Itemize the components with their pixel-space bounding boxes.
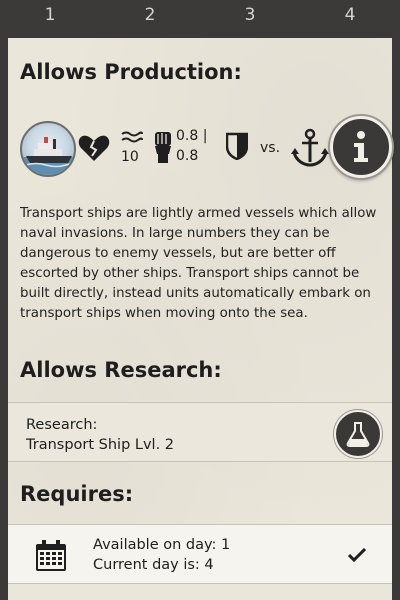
fist-icon [152, 130, 174, 168]
requires-heading: Requires: [20, 482, 134, 506]
flask-icon [346, 422, 370, 447]
transport-ship-portrait[interactable] [20, 121, 76, 177]
vs-label: vs. [260, 140, 281, 156]
frame-right [392, 38, 400, 600]
research-text: Research: Transport Ship Lvl. 2 [26, 415, 174, 455]
content-panel[interactable]: Allows Production: 10 0.8 | 0.8 vs. Tran… [8, 38, 392, 600]
waves-icon [121, 130, 143, 150]
research-name: Transport Ship Lvl. 2 [26, 437, 175, 453]
list-end [8, 584, 392, 600]
tab-2[interactable]: 2 [100, 0, 200, 38]
available-day: Available on day: 1 [93, 537, 231, 553]
broken-heart-icon [78, 134, 110, 166]
requirement-text: Available on day: 1 Current day is: 4 [93, 535, 230, 575]
current-day: Current day is: 4 [93, 557, 214, 573]
research-heading: Allows Research: [20, 358, 222, 382]
unit-description: Transport ships are lightly armed vessel… [20, 206, 377, 321]
tab-4[interactable]: 4 [300, 0, 400, 38]
research-label: Research: [26, 417, 98, 433]
production-heading: Allows Production: [20, 60, 242, 84]
tab-1[interactable]: 1 [0, 0, 100, 42]
anchor-icon [291, 128, 329, 172]
tab-bar: 1 2 3 4 [0, 0, 400, 42]
speed-value: 10 [121, 149, 139, 165]
tab-3[interactable]: 3 [200, 0, 300, 38]
info-icon [354, 131, 368, 162]
info-button[interactable] [330, 116, 392, 178]
strength-value-2: 0.8 [176, 148, 199, 164]
frame-left [0, 38, 8, 600]
strength-value-1: 0.8 | [176, 128, 208, 144]
research-button[interactable] [334, 410, 382, 458]
shield-icon [225, 132, 249, 164]
calendar-icon [34, 539, 68, 577]
checkmark-icon [347, 547, 367, 566]
requirement-row: Available on day: 1 Current day is: 4 [8, 524, 392, 584]
research-row[interactable]: Research: Transport Ship Lvl. 2 [8, 402, 392, 462]
